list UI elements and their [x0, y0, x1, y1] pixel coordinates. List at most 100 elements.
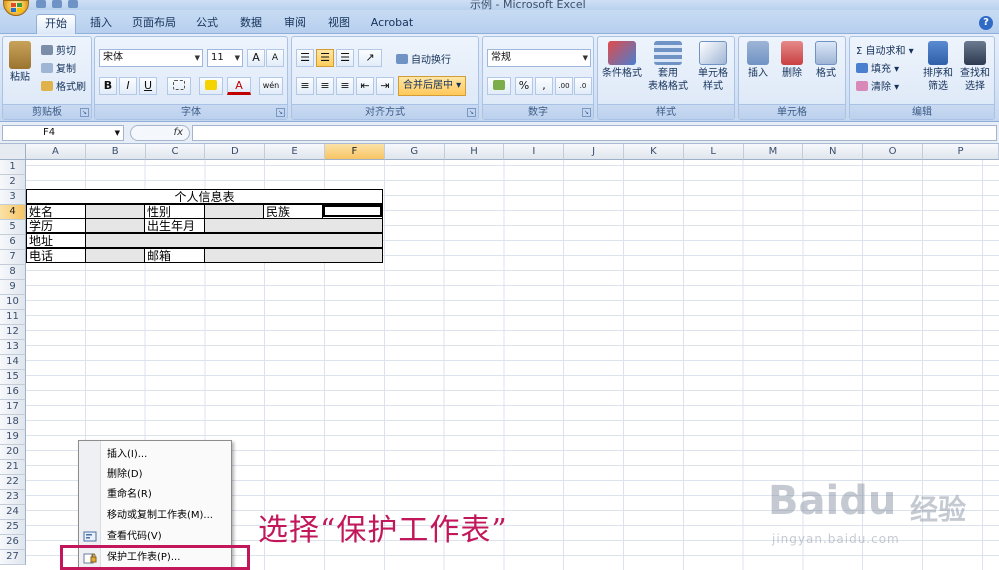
- tab-view[interactable]: 视图: [322, 14, 356, 34]
- row-header-12[interactable]: 12: [0, 325, 26, 340]
- value-email[interactable]: [204, 248, 383, 263]
- delete-cells-button[interactable]: 删除: [775, 41, 809, 80]
- row-header-23[interactable]: 23: [0, 490, 26, 505]
- tab-review[interactable]: 审阅: [278, 14, 312, 34]
- font-launcher-icon[interactable]: ↘: [276, 108, 285, 117]
- row-header-17[interactable]: 17: [0, 400, 26, 415]
- increase-decimal-button[interactable]: .00: [555, 77, 573, 95]
- row-header-13[interactable]: 13: [0, 340, 26, 355]
- name-box[interactable]: F4 ▼: [2, 125, 124, 141]
- row-header-3[interactable]: 3: [0, 190, 26, 205]
- row-header-19[interactable]: 19: [0, 430, 26, 445]
- column-header-a[interactable]: A: [26, 144, 86, 160]
- font-size-select[interactable]: 11 ▼: [207, 49, 243, 67]
- number-format-select[interactable]: 常规 ▼: [487, 49, 591, 67]
- column-header-k[interactable]: K: [624, 144, 684, 160]
- row-header-7[interactable]: 7: [0, 250, 26, 265]
- column-header-n[interactable]: N: [803, 144, 864, 160]
- menu-item-move-copy[interactable]: 移动或复制工作表(M)...: [79, 506, 231, 526]
- decrease-indent-button[interactable]: ⇤: [356, 77, 374, 95]
- comma-button[interactable]: ,: [535, 77, 553, 95]
- grow-font-button[interactable]: A: [247, 49, 265, 67]
- row-header-18[interactable]: 18: [0, 415, 26, 430]
- row-header-5[interactable]: 5: [0, 220, 26, 235]
- increase-indent-button[interactable]: ⇥: [376, 77, 394, 95]
- column-header-h[interactable]: H: [444, 144, 505, 160]
- value-phone[interactable]: [85, 248, 145, 263]
- menu-item-view-code[interactable]: 查看代码(V): [79, 527, 231, 547]
- row-header-27[interactable]: 27: [0, 550, 26, 565]
- bold-button[interactable]: B: [99, 77, 117, 95]
- row-header-6[interactable]: 6: [0, 235, 26, 250]
- find-select-button[interactable]: 查找和 选择: [956, 41, 994, 93]
- label-phone[interactable]: 电话: [26, 248, 86, 263]
- undo-icon[interactable]: [52, 0, 62, 8]
- column-header-b[interactable]: B: [85, 144, 146, 160]
- row-header-16[interactable]: 16: [0, 385, 26, 400]
- save-icon[interactable]: [36, 0, 46, 8]
- column-header-i[interactable]: I: [504, 144, 565, 160]
- insert-cells-button[interactable]: 插入: [741, 41, 775, 80]
- tab-data[interactable]: 数据: [234, 14, 268, 34]
- row-header-15[interactable]: 15: [0, 370, 26, 385]
- label-address[interactable]: 地址: [26, 233, 86, 248]
- value-address[interactable]: [85, 233, 383, 248]
- row-header-2[interactable]: 2: [0, 175, 26, 190]
- tab-insert[interactable]: 插入: [84, 14, 118, 34]
- label-education[interactable]: 学历: [26, 218, 86, 233]
- format-as-table-button[interactable]: 套用 表格格式: [646, 41, 690, 93]
- font-name-select[interactable]: 宋体 ▼: [99, 49, 203, 67]
- row-header-20[interactable]: 20: [0, 445, 26, 460]
- column-header-m[interactable]: M: [743, 144, 804, 160]
- fill-button[interactable]: 填充 ▾: [856, 60, 899, 75]
- value-name[interactable]: [85, 204, 145, 219]
- shrink-font-button[interactable]: A: [266, 49, 284, 67]
- row-header-9[interactable]: 9: [0, 280, 26, 295]
- row-header-14[interactable]: 14: [0, 355, 26, 370]
- row-header-25[interactable]: 25: [0, 520, 26, 535]
- label-birth[interactable]: 出生年月: [144, 218, 205, 233]
- font-color-button[interactable]: A: [227, 77, 251, 95]
- borders-button[interactable]: [167, 77, 191, 95]
- row-header-8[interactable]: 8: [0, 265, 26, 280]
- italic-button[interactable]: I: [119, 77, 137, 95]
- tab-acrobat[interactable]: Acrobat: [366, 14, 418, 34]
- number-launcher-icon[interactable]: ↘: [582, 108, 591, 117]
- percent-button[interactable]: %: [515, 77, 533, 95]
- column-header-d[interactable]: D: [205, 144, 266, 160]
- underline-button[interactable]: U: [139, 77, 157, 95]
- value-education[interactable]: [85, 218, 145, 233]
- redo-icon[interactable]: [68, 0, 78, 8]
- label-name[interactable]: 姓名: [26, 204, 86, 219]
- conditional-format-button[interactable]: 条件格式: [600, 41, 644, 80]
- currency-button[interactable]: [487, 77, 511, 95]
- column-header-p[interactable]: P: [923, 144, 999, 160]
- row-header-22[interactable]: 22: [0, 475, 26, 490]
- align-right-button[interactable]: ≡: [336, 77, 354, 95]
- cell-styles-button[interactable]: 单元格 样式: [692, 41, 734, 93]
- column-header-l[interactable]: L: [683, 144, 744, 160]
- format-painter-button[interactable]: 格式刷: [41, 78, 86, 93]
- value-birth[interactable]: [204, 218, 383, 233]
- merge-center-button[interactable]: 合并后居中 ▾: [398, 76, 467, 96]
- wrap-text-button[interactable]: 自动换行: [396, 51, 451, 66]
- column-header-o[interactable]: O: [863, 144, 923, 160]
- row-header-10[interactable]: 10: [0, 295, 26, 310]
- align-bottom-button[interactable]: ☰: [336, 49, 354, 67]
- row-header-4[interactable]: 4: [0, 205, 26, 220]
- label-email[interactable]: 邮箱: [144, 248, 205, 263]
- phonetic-button[interactable]: wén: [259, 77, 283, 95]
- row-header-26[interactable]: 26: [0, 535, 26, 550]
- autosum-button[interactable]: Σ 自动求和 ▾: [856, 42, 914, 57]
- row-header-1[interactable]: 1: [0, 160, 26, 175]
- select-all-corner[interactable]: [0, 144, 26, 160]
- column-header-j[interactable]: J: [564, 144, 624, 160]
- menu-item-delete[interactable]: 删除(D): [79, 465, 231, 485]
- label-ethnicity[interactable]: 民族: [263, 204, 323, 219]
- orientation-button[interactable]: ↗: [358, 49, 382, 67]
- decrease-decimal-button[interactable]: .0: [574, 77, 592, 95]
- table-title[interactable]: 个人信息表: [26, 189, 383, 204]
- tab-page-layout[interactable]: 页面布局: [128, 14, 180, 34]
- alignment-launcher-icon[interactable]: ↘: [467, 108, 476, 117]
- align-top-button[interactable]: ☰: [296, 49, 314, 67]
